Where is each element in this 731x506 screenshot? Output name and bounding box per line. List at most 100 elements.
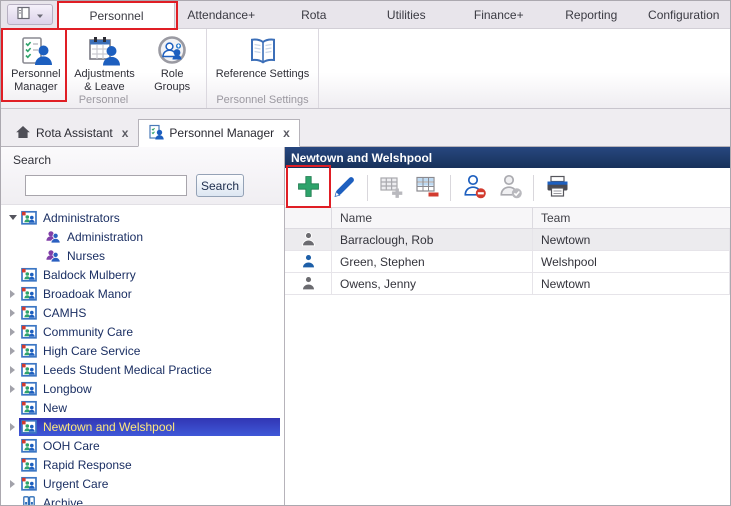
ribbon-tab-personnel[interactable]: Personnel	[58, 1, 175, 29]
tree-item-newtown-and-welshpool[interactable]: Newtown and Welshpool	[1, 417, 284, 436]
add-button[interactable]	[290, 173, 326, 203]
tree-item-leeds-student-medical-practice[interactable]: Leeds Student Medical Practice	[1, 360, 284, 379]
ribbon-group-personnel-caption: Personnel	[78, 94, 129, 107]
org-unit-icon	[21, 457, 37, 473]
ribbon-group-personnel-settings-caption: Personnel Settings	[216, 94, 309, 106]
tree-item-longbow[interactable]: Longbow	[1, 379, 284, 398]
expand-arrow-icon[interactable]	[6, 327, 19, 336]
doc-tab-rota-assistant-label: Rota Assistant	[36, 126, 113, 140]
doc-tab-rota-assistant[interactable]: Rota Assistant x	[5, 119, 138, 147]
tree-item-label: Baldock Mulberry	[43, 267, 136, 282]
application-menu-button[interactable]	[7, 4, 53, 25]
expand-arrow-icon[interactable]	[6, 384, 19, 393]
tree-item-label: OOH Care	[43, 438, 100, 453]
tree-item-label: Urgent Care	[43, 476, 109, 491]
ribbon-group-personnel-settings: Reference Settings Personnel Settings	[207, 29, 319, 108]
ribbon-tab-configuration[interactable]: Configuration	[638, 1, 731, 28]
table-row[interactable]: Barraclough, Rob Newtown	[285, 229, 730, 251]
tree-item-archive[interactable]: Archive	[1, 493, 284, 505]
adjustments-leave-button[interactable]: Adjustments & Leave	[69, 31, 141, 93]
tree-item-camhs[interactable]: CAMHS	[1, 303, 284, 322]
role-groups-button[interactable]: Role Groups	[140, 31, 204, 93]
reference-settings-icon	[247, 34, 279, 68]
tree-item-high-care-service[interactable]: High Care Service	[1, 341, 284, 360]
person-gray-icon	[285, 273, 332, 294]
tree-item-label: Rapid Response	[43, 457, 132, 472]
org-unit-icon	[21, 381, 37, 397]
printer-button[interactable]	[539, 173, 575, 203]
search-button[interactable]: Search	[196, 174, 244, 197]
navigation-panel: Search Search Administrators Administrati…	[1, 147, 285, 505]
person-remove-button[interactable]	[456, 173, 492, 203]
reference-settings-button[interactable]: Reference Settings	[213, 31, 313, 93]
ribbon-tab-utilities[interactable]: Utilities	[360, 1, 453, 28]
table-remove-icon	[414, 173, 441, 203]
table-row[interactable]: Green, Stephen Welshpool	[285, 251, 730, 273]
org-unit-icon	[21, 438, 37, 454]
tree-item-new[interactable]: New	[1, 398, 284, 417]
tree-item-baldock-mulberry[interactable]: Baldock Mulberry	[1, 265, 284, 284]
toolbar-separator	[533, 174, 534, 201]
expand-arrow-icon[interactable]	[6, 479, 19, 488]
team-detail-panel: Newtown and Welshpool Name Team Barraclo…	[285, 147, 730, 505]
tree-item-administrators[interactable]: Administrators	[1, 208, 284, 227]
personnel-manager-button[interactable]: Personnel Manager	[3, 31, 69, 93]
collapse-arrow-icon[interactable]	[6, 215, 19, 220]
search-input[interactable]	[25, 175, 187, 196]
ribbon-group-personnel: Personnel Manager Adjustments & Leave Ro…	[1, 29, 207, 108]
expand-arrow-icon[interactable]	[6, 346, 19, 355]
tree-item-label: Longbow	[43, 381, 92, 396]
doc-tab-personnel-manager[interactable]: Personnel Manager x	[138, 119, 300, 147]
tree-item-broadoak-manor[interactable]: Broadoak Manor	[1, 284, 284, 303]
edit-pencil-button[interactable]	[326, 173, 362, 203]
tree-item-label: Community Care	[43, 324, 134, 339]
grid-header-icon-column[interactable]	[285, 208, 332, 228]
ribbon-tab-attendance[interactable]: Attendance+	[175, 1, 268, 28]
chevron-down-icon	[36, 8, 44, 22]
tree-item-rapid-response[interactable]: Rapid Response	[1, 455, 284, 474]
tree-item-ooh-care[interactable]: OOH Care	[1, 436, 284, 455]
role-groups-label: Role Groups	[154, 68, 191, 93]
search-section: Search Search	[1, 147, 284, 205]
org-unit-icon	[21, 343, 37, 359]
grid-header: Name Team	[285, 207, 730, 229]
grid-header-team[interactable]: Team	[533, 208, 730, 228]
adjustments-leave-icon	[88, 34, 121, 68]
expand-arrow-icon[interactable]	[6, 308, 19, 317]
printer-icon	[544, 173, 571, 203]
close-icon[interactable]: x	[283, 126, 290, 140]
people-group-icon	[45, 248, 61, 264]
org-unit-icon	[21, 286, 37, 302]
reference-settings-label: Reference Settings	[215, 68, 310, 80]
tree-item-label: Newtown and Welshpool	[43, 419, 175, 434]
ribbon-tab-finance[interactable]: Finance+	[453, 1, 546, 28]
expand-arrow-icon[interactable]	[6, 289, 19, 298]
tree-item-community-care[interactable]: Community Care	[1, 322, 284, 341]
ribbon-tab-reporting[interactable]: Reporting	[545, 1, 638, 28]
org-unit-icon	[21, 419, 37, 435]
close-icon[interactable]: x	[122, 126, 129, 140]
ribbon-tab-rota[interactable]: Rota	[268, 1, 361, 28]
tree-item-label: CAMHS	[43, 305, 87, 320]
tree-item-label: New	[43, 400, 68, 415]
table-row[interactable]: Owens, Jenny Newtown	[285, 273, 730, 295]
org-unit-icon	[21, 210, 37, 226]
tree-item-label: High Care Service	[43, 343, 141, 358]
tree-item-urgent-care[interactable]: Urgent Care	[1, 474, 284, 493]
tree-item-nurses[interactable]: Nurses	[1, 246, 284, 265]
expand-arrow-icon[interactable]	[6, 365, 19, 374]
table-remove-button[interactable]	[409, 173, 445, 203]
grid-body: Barraclough, Rob Newtown Green, Stephen Wel…	[285, 229, 730, 295]
cell-name: Owens, Jenny	[332, 273, 533, 294]
personnel-doc-icon	[148, 124, 165, 143]
org-unit-icon	[21, 400, 37, 416]
table-add-button	[373, 173, 409, 203]
tree-item-administration[interactable]: Administration	[1, 227, 284, 246]
ribbon-empty-area	[319, 29, 730, 108]
expand-arrow-icon[interactable]	[6, 422, 19, 431]
org-unit-icon	[21, 362, 37, 378]
grid-header-name[interactable]: Name	[332, 208, 533, 228]
personnel-manager-label: Personnel Manager	[11, 68, 61, 93]
panel-toolbar	[285, 168, 730, 207]
search-label: Search	[13, 153, 52, 167]
